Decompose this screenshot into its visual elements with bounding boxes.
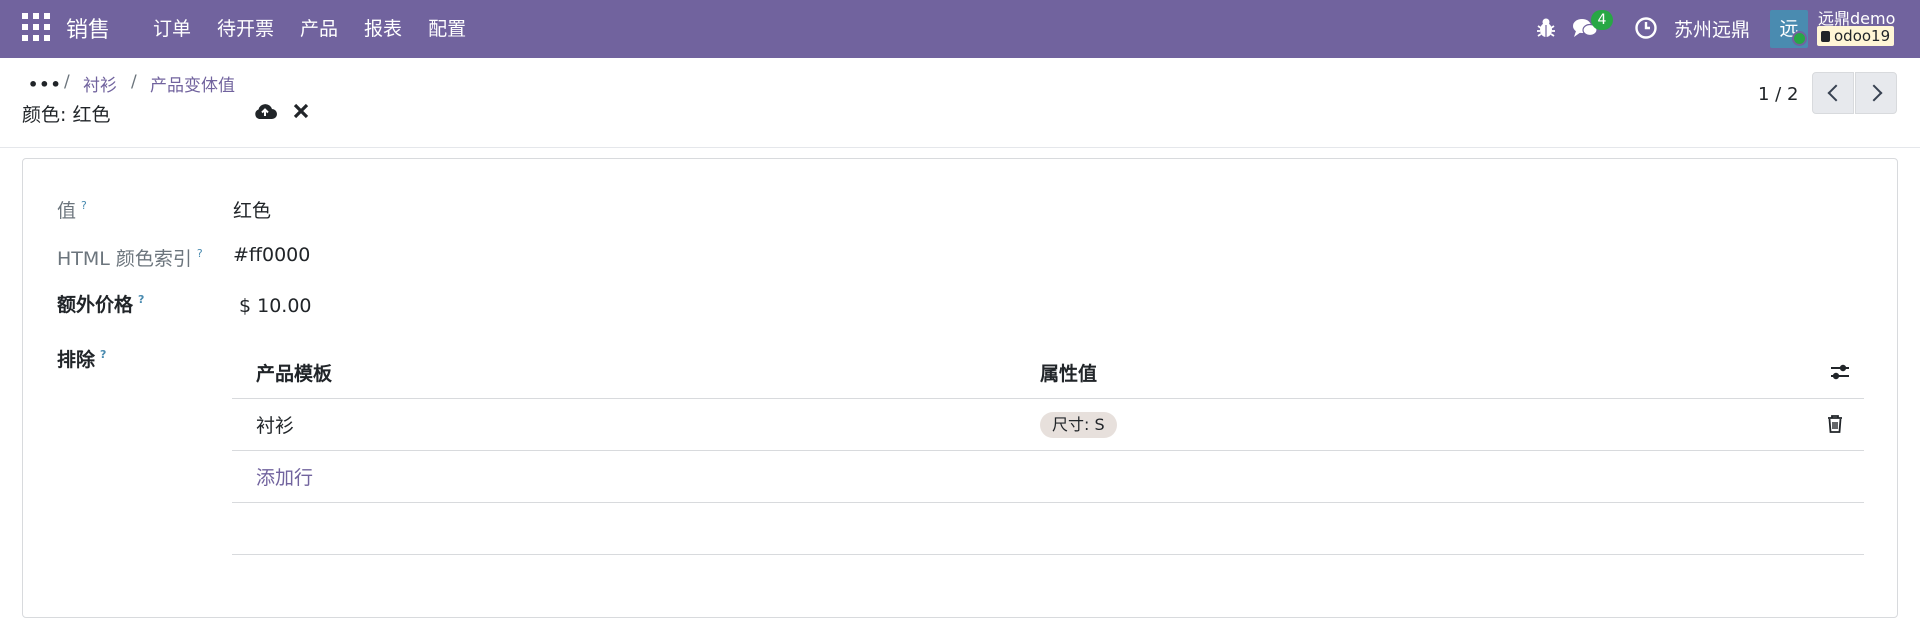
debug-bug-icon[interactable] <box>1535 16 1557 40</box>
table-row[interactable]: 衬衫 尺寸: S <box>232 399 1864 451</box>
breadcrumb-more-button[interactable]: ••• <box>28 75 62 94</box>
attribute-value-tag[interactable]: 尺寸: S <box>1040 412 1117 438</box>
control-panel <box>0 58 1920 148</box>
product-template-cell[interactable]: 衬衫 <box>256 411 294 438</box>
pager-value[interactable]: 1 / 2 <box>1758 84 1798 105</box>
chevron-right-icon <box>1865 84 1883 102</box>
table-header: 产品模板 属性值 <box>232 345 1864 399</box>
delete-row-trash-icon[interactable] <box>1826 414 1844 434</box>
extra-price-label: 额外价格? <box>57 293 145 316</box>
pager-previous-button[interactable] <box>1812 72 1854 114</box>
help-tooltip-icon[interactable]: ? <box>138 293 144 306</box>
menu-item-orders[interactable]: 订单 <box>140 0 204 58</box>
extra-price-field[interactable]: $ 10.00 <box>239 295 312 317</box>
app-brand[interactable]: 销售 <box>66 12 110 44</box>
menu-item-to-invoice[interactable]: 待开票 <box>204 0 287 58</box>
help-tooltip-icon[interactable]: ? <box>100 348 106 361</box>
column-header-attribute-value[interactable]: 属性值 <box>1040 359 1097 386</box>
record-title: 颜色: 红色 <box>22 104 111 126</box>
apps-grid-icon[interactable] <box>22 13 50 41</box>
database-icon <box>1821 31 1830 42</box>
value-label: 值? <box>57 199 87 222</box>
value-field[interactable]: 红色 <box>233 196 271 223</box>
top-navbar: 销售 订单 待开票 产品 报表 配置 4 苏州远鼎 远 远鼎demo odoo1… <box>0 0 1920 58</box>
messages-count-badge: 4 <box>1591 10 1613 30</box>
company-switcher[interactable]: 苏州远鼎 <box>1674 15 1750 42</box>
menu-item-products[interactable]: 产品 <box>287 0 351 58</box>
database-badge: odoo19 <box>1817 26 1895 46</box>
breadcrumb-item-shirt[interactable]: 衬衫 <box>83 71 117 96</box>
exclude-label: 排除? <box>57 348 107 371</box>
help-tooltip-icon[interactable]: ? <box>81 199 87 212</box>
main-menu: 订单 待开票 产品 报表 配置 <box>140 0 479 58</box>
help-tooltip-icon[interactable]: ? <box>197 247 203 260</box>
breadcrumb-separator: / <box>64 72 70 92</box>
column-header-product-template[interactable]: 产品模板 <box>256 359 332 386</box>
empty-table-row <box>232 503 1864 555</box>
add-line-link[interactable]: 添加行 <box>256 463 313 490</box>
discard-close-icon[interactable] <box>292 102 310 120</box>
optional-columns-sliders-icon[interactable] <box>1829 361 1851 383</box>
html-color-label: HTML 颜色索引? <box>57 247 203 270</box>
user-status-dot <box>1792 31 1807 46</box>
database-name: odoo19 <box>1834 27 1891 45</box>
html-color-field[interactable]: #ff0000 <box>233 244 310 266</box>
breadcrumb-separator: / <box>131 72 137 92</box>
add-line-row: 添加行 <box>232 451 1864 503</box>
breadcrumb-item-variant-values[interactable]: 产品变体值 <box>150 71 235 96</box>
menu-item-configuration[interactable]: 配置 <box>415 0 479 58</box>
pager-next-button[interactable] <box>1855 72 1897 114</box>
activity-clock-icon[interactable] <box>1634 16 1658 40</box>
save-cloud-upload-icon[interactable] <box>253 101 277 121</box>
chevron-left-icon <box>1827 84 1845 102</box>
menu-item-reporting[interactable]: 报表 <box>351 0 415 58</box>
